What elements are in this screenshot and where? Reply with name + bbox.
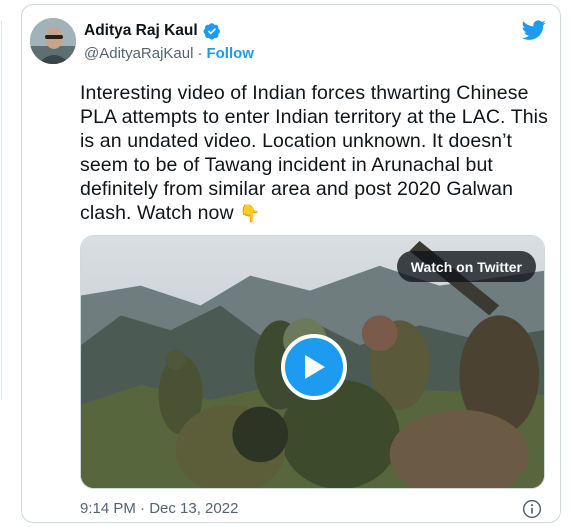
handle[interactable]: @AdityaRajKaul bbox=[84, 45, 193, 62]
separator: · bbox=[197, 45, 203, 62]
thread-line bbox=[1, 20, 2, 400]
avatar[interactable] bbox=[30, 18, 76, 64]
follow-button[interactable]: Follow bbox=[206, 45, 254, 62]
tweet-text: Interesting video of Indian forces thwar… bbox=[80, 81, 550, 226]
verified-badge-icon bbox=[203, 23, 220, 40]
play-button[interactable] bbox=[281, 334, 347, 400]
timestamp[interactable]: 9:14 PM · Dec 13, 2022 bbox=[80, 500, 238, 517]
twitter-bird-icon[interactable] bbox=[521, 18, 547, 42]
pointing-down-emoji: 👇 bbox=[239, 204, 261, 223]
display-name[interactable]: Aditya Raj Kaul bbox=[84, 22, 198, 40]
watch-on-twitter-button[interactable]: Watch on Twitter bbox=[396, 251, 536, 282]
tweet-body: Interesting video of Indian forces thwar… bbox=[80, 82, 554, 224]
video-player[interactable]: Watch on Twitter bbox=[80, 235, 545, 489]
play-icon bbox=[305, 355, 325, 379]
info-icon[interactable] bbox=[522, 499, 542, 519]
tweet-card[interactable]: Aditya Raj Kaul @AdityaRajKaul · Follow … bbox=[21, 4, 561, 523]
